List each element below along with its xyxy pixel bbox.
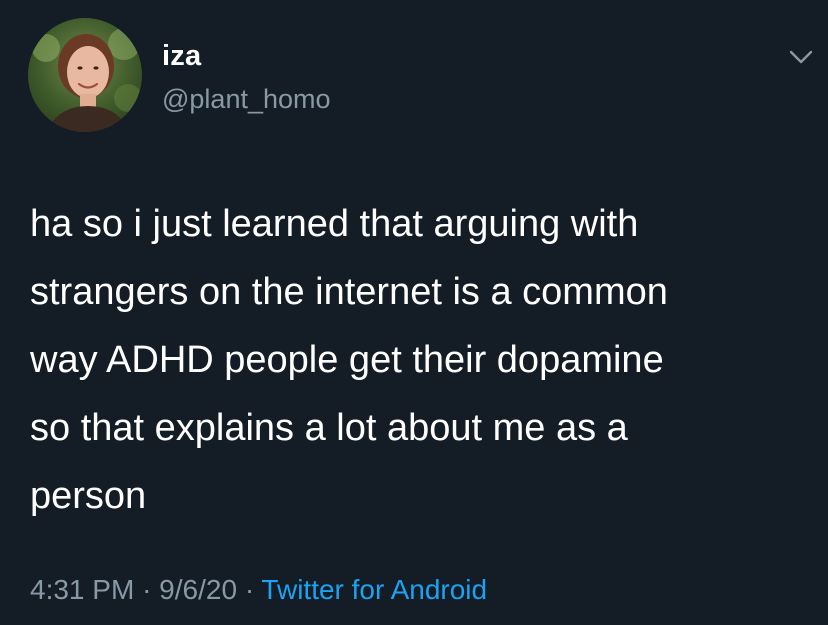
tweet-source-link[interactable]: Twitter for Android (261, 574, 487, 605)
chevron-down-icon[interactable] (788, 48, 814, 66)
tweet-text-line: way ADHD people get their dopamine (30, 339, 664, 381)
tweet-meta: 4:31 PM · 9/6/20 · Twitter for Android (30, 574, 487, 606)
tweet-text-line: strangers on the internet is a common (30, 271, 668, 313)
user-handle[interactable]: @plant_homo (162, 84, 331, 115)
display-name[interactable]: iza (162, 40, 201, 73)
avatar[interactable] (28, 18, 142, 132)
tweet-time[interactable]: 4:31 PM (30, 574, 134, 605)
tweet-card: iza @plant_homo ha so i just learned tha… (0, 0, 828, 625)
meta-separator: · (142, 574, 152, 605)
tweet-text-line: person (30, 475, 147, 517)
tweet-text-line: ha so i just learned that arguing with (30, 203, 639, 245)
tweet-text-line: so that explains a lot about me as a (30, 407, 628, 449)
meta-separator: · (244, 574, 255, 605)
profile-photo-icon (28, 18, 142, 132)
tweet-text: ha so i just learned that arguing with s… (30, 190, 820, 530)
tweet-date[interactable]: 9/6/20 (159, 574, 237, 605)
